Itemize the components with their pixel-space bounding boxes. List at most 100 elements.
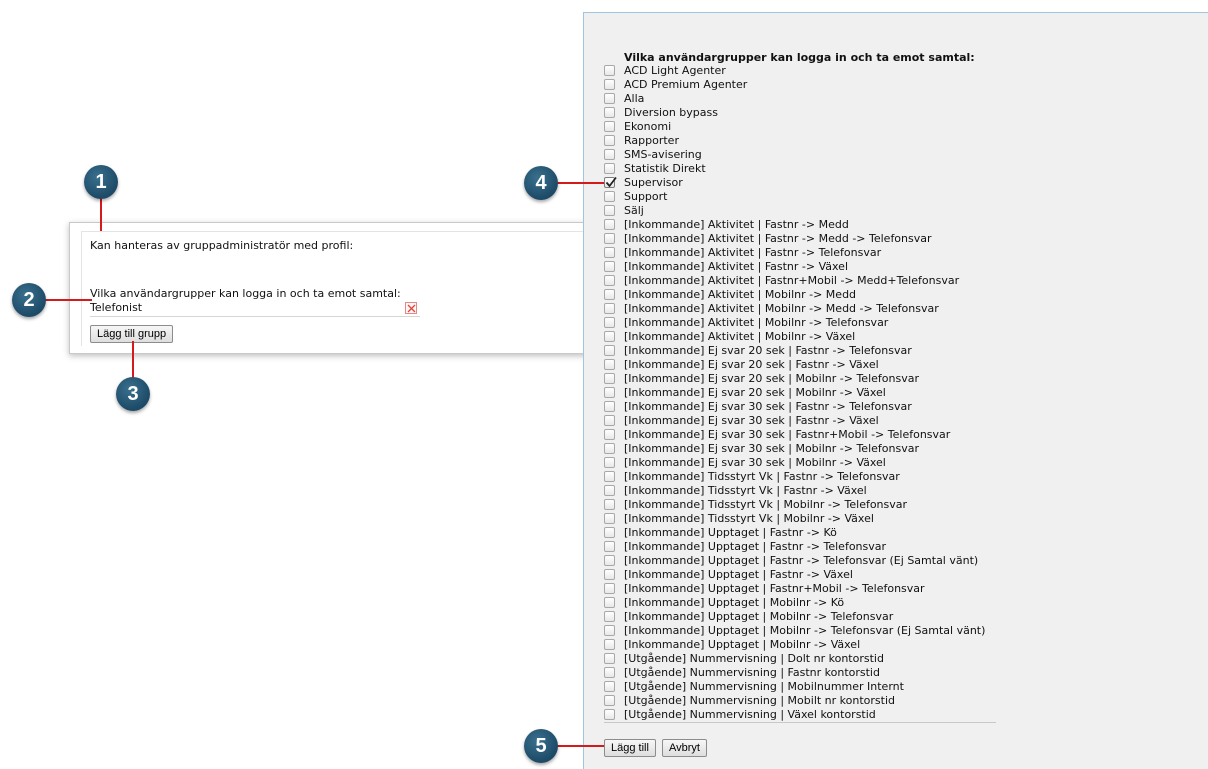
panel-divider	[604, 722, 996, 723]
group-option-label: Ekonomi	[624, 120, 672, 133]
group-checkbox[interactable]	[604, 176, 617, 188]
panel-heading: Vilka användargrupper kan logga in och t…	[624, 51, 975, 64]
group-checkbox[interactable]	[604, 667, 615, 678]
group-option-label: [Utgående] Nummervisning | Mobilnummer I…	[624, 680, 904, 693]
group-checkbox[interactable]	[604, 345, 615, 356]
group-checkbox[interactable]	[604, 597, 615, 608]
group-checkbox[interactable]	[604, 569, 615, 580]
group-selection-panel: Vilka användargrupper kan logga in och t…	[583, 12, 1208, 769]
group-option-label: [Inkommande] Upptaget | Mobilnr -> Telef…	[624, 624, 986, 637]
group-checkbox[interactable]	[604, 709, 615, 720]
checkmark-icon	[605, 176, 617, 188]
group-checkbox[interactable]	[604, 499, 615, 510]
group-checkbox[interactable]	[604, 611, 615, 622]
group-checkbox[interactable]	[604, 401, 615, 412]
group-checkbox[interactable]	[604, 443, 615, 454]
group-checkbox[interactable]	[604, 513, 615, 524]
group-option-label: Alla	[624, 92, 645, 105]
group-checkbox[interactable]	[604, 261, 615, 272]
group-option-label: [Inkommande] Upptaget | Mobilnr -> Kö	[624, 596, 845, 609]
group-checkbox[interactable]	[604, 191, 615, 202]
group-checkbox[interactable]	[604, 79, 615, 90]
group-checkbox[interactable]	[604, 121, 615, 132]
group-checkbox[interactable]	[604, 247, 615, 258]
group-admin-form: Kan hanteras av gruppadministratör med p…	[81, 231, 602, 346]
group-checkbox[interactable]	[604, 233, 615, 244]
callout-marker-4: 4	[524, 166, 558, 200]
group-checkbox[interactable]	[604, 541, 615, 552]
group-option-label: [Inkommande] Upptaget | Fastnr -> Telefo…	[624, 540, 887, 553]
group-checkbox[interactable]	[604, 555, 615, 566]
group-option-label: [Utgående] Nummervisning | Växel kontors…	[624, 708, 876, 721]
group-checkbox[interactable]	[604, 373, 615, 384]
group-checkbox[interactable]	[604, 163, 615, 174]
group-option-label: ACD Light Agenter	[624, 64, 726, 77]
group-checkbox[interactable]	[604, 681, 615, 692]
group-option-label: [Utgående] Nummervisning | Mobilt nr kon…	[624, 694, 895, 707]
group-checkbox[interactable]	[604, 65, 615, 76]
group-checkbox[interactable]	[604, 583, 615, 594]
group-checkbox[interactable]	[604, 359, 615, 370]
group-option-label: [Inkommande] Upptaget | Mobilnr -> Telef…	[624, 610, 894, 623]
group-checkbox[interactable]	[604, 485, 615, 496]
cancel-button[interactable]: Avbryt	[662, 739, 707, 757]
group-option-label: [Inkommande] Ej svar 20 sek | Mobilnr ->…	[624, 372, 919, 385]
callout-2-line	[44, 299, 92, 301]
group-checkbox[interactable]	[604, 457, 615, 468]
group-checkbox[interactable]	[604, 107, 615, 118]
group-checkbox[interactable]	[604, 625, 615, 636]
groups-label: Vilka användargrupper kan logga in och t…	[90, 287, 401, 300]
group-checkbox[interactable]	[604, 219, 615, 230]
group-option-label: [Inkommande] Upptaget | Fastnr -> Växel	[624, 568, 853, 581]
group-option-label: [Inkommande] Upptaget | Mobilnr -> Växel	[624, 638, 861, 651]
group-checkbox[interactable]	[604, 653, 615, 664]
group-option-label: [Inkommande] Upptaget | Fastnr+Mobil -> …	[624, 582, 925, 595]
group-option-label: [Inkommande] Aktivitet | Mobilnr -> Växe…	[624, 330, 856, 343]
group-checkbox[interactable]	[604, 387, 615, 398]
group-option-label: [Inkommande] Aktivitet | Fastnr+Mobil ->…	[624, 274, 960, 287]
callout-marker-2: 2	[12, 283, 46, 317]
group-checkbox[interactable]	[604, 205, 615, 216]
callout-1-line	[100, 198, 102, 231]
group-checkbox[interactable]	[604, 289, 615, 300]
group-option-label: [Inkommande] Aktivitet | Mobilnr -> Tele…	[624, 316, 889, 329]
group-option-label: Diversion bypass	[624, 106, 718, 119]
group-option-label: [Inkommande] Aktivitet | Fastnr -> Växel	[624, 260, 849, 273]
group-checkbox[interactable]	[604, 471, 615, 482]
group-option-label: [Inkommande] Ej svar 20 sek | Fastnr -> …	[624, 358, 879, 371]
group-option-label: [Inkommande] Tidsstyrt Vk | Fastnr -> Vä…	[624, 484, 867, 497]
group-option-label: [Inkommande] Aktivitet | Fastnr -> Medd	[624, 218, 849, 231]
group-checkbox[interactable]	[604, 275, 615, 286]
group-checkbox[interactable]	[604, 149, 615, 160]
profile-label: Kan hanteras av gruppadministratör med p…	[90, 239, 354, 252]
add-button[interactable]: Lägg till	[604, 739, 656, 757]
group-checkbox[interactable]	[604, 331, 615, 342]
selected-group-divider	[90, 316, 420, 317]
group-option-label: SMS-avisering	[624, 148, 702, 161]
group-checkbox[interactable]	[604, 303, 615, 314]
group-option-label: Statistik Direkt	[624, 162, 706, 175]
group-option-label: [Inkommande] Ej svar 20 sek | Mobilnr ->…	[624, 386, 886, 399]
group-option-label: ACD Premium Agenter	[624, 78, 748, 91]
group-admin-card: Kan hanteras av gruppadministratör med p…	[69, 222, 602, 354]
group-option-label: [Inkommande] Tidsstyrt Vk | Mobilnr -> V…	[624, 512, 874, 525]
group-option-label: [Utgående] Nummervisning | Fastnr kontor…	[624, 666, 880, 679]
group-checkbox[interactable]	[604, 429, 615, 440]
group-checkbox[interactable]	[604, 527, 615, 538]
group-option-label: [Inkommande] Tidsstyrt Vk | Mobilnr -> T…	[624, 498, 908, 511]
group-checkbox[interactable]	[604, 93, 615, 104]
group-checkbox[interactable]	[604, 135, 615, 146]
group-checkbox[interactable]	[604, 415, 615, 426]
group-option-label: Sälj	[624, 204, 644, 217]
remove-x-icon[interactable]	[405, 302, 417, 314]
group-checkbox[interactable]	[604, 317, 615, 328]
group-option-label: [Inkommande] Upptaget | Fastnr -> Telefo…	[624, 554, 979, 567]
group-option-label: [Inkommande] Ej svar 30 sek | Mobilnr ->…	[624, 442, 919, 455]
group-option-label: [Inkommande] Aktivitet | Mobilnr -> Medd…	[624, 302, 939, 315]
group-checkbox[interactable]	[604, 639, 615, 650]
callout-marker-1: 1	[84, 165, 118, 199]
group-option-label: [Inkommande] Ej svar 30 sek | Mobilnr ->…	[624, 456, 886, 469]
group-option-label: [Inkommande] Ej svar 20 sek | Fastnr -> …	[624, 344, 912, 357]
group-option-label: Supervisor	[624, 176, 683, 189]
group-checkbox[interactable]	[604, 695, 615, 706]
